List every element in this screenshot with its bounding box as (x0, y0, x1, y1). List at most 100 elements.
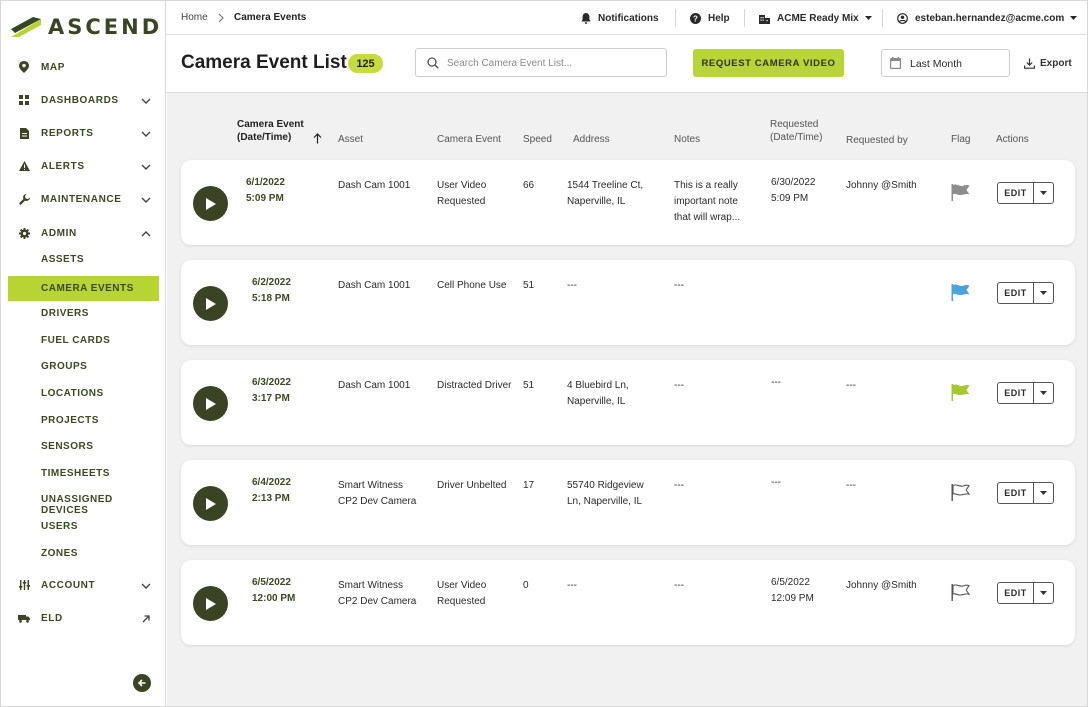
page-header: Camera Event List 125 REQUEST CAMERA VID… (166, 35, 1087, 93)
edit-button[interactable]: EDIT (998, 183, 1034, 203)
flag-icon[interactable] (951, 584, 971, 606)
sidebar-item-admin[interactable]: ADMIN (1, 220, 166, 246)
sidebar-item-label: MAP (41, 61, 66, 73)
sidebar-subitem-label: USERS (41, 521, 78, 532)
sidebar-item-label: DASHBOARDS (41, 94, 119, 106)
flag-icon[interactable] (951, 184, 970, 206)
caret-down-icon (864, 15, 872, 20)
sidebar-item-eld[interactable]: ELD (1, 605, 166, 631)
help-link[interactable]: ? Help (690, 1, 730, 35)
edit-dropdown-toggle[interactable] (1034, 183, 1053, 203)
play-video-button[interactable] (193, 386, 228, 421)
edit-dropdown-toggle[interactable] (1034, 483, 1053, 503)
column-header-notes[interactable]: Notes (674, 133, 700, 146)
date-range-select[interactable]: Last Month (881, 49, 1010, 77)
company-selector[interactable]: ACME Ready Mix (759, 1, 872, 35)
table-row[interactable]: 6/2/2022 5:18 PM Dash Cam 1001 Cell Phone U… (181, 260, 1075, 345)
collapse-sidebar-button[interactable] (133, 674, 151, 692)
sidebar-item-map[interactable]: MAP (1, 54, 166, 80)
edit-button[interactable]: EDIT (998, 583, 1034, 603)
column-header-speed[interactable]: Speed (523, 133, 552, 146)
edit-dropdown-toggle[interactable] (1034, 283, 1053, 303)
sidebar-item-label: ADMIN (41, 227, 77, 239)
edit-button[interactable]: EDIT (998, 483, 1034, 503)
notifications-link[interactable]: Notifications (581, 1, 659, 35)
ascend-logo[interactable]: ASCEND (11, 15, 162, 39)
search-input[interactable] (447, 55, 657, 71)
sidebar-subitem-label: GROUPS (41, 361, 88, 372)
sidebar-subitem-camera-events[interactable]: CAMERA EVENTS (8, 276, 159, 301)
flag-icon[interactable] (951, 284, 970, 306)
sidebar-subitem-timesheets[interactable]: TIMESHEETS (8, 461, 159, 486)
requested-by: --- (846, 480, 856, 491)
column-header-asset[interactable]: Asset (338, 133, 363, 146)
address-line1: 4 Bluebird Ln, (567, 380, 629, 391)
search-box[interactable] (415, 48, 667, 77)
table-row[interactable]: 6/3/2022 3:17 PM Dash Cam 1001 Distracted D… (181, 360, 1075, 445)
asset-name: Dash Cam 1001 (338, 180, 411, 191)
flag-icon[interactable] (951, 484, 971, 506)
sidebar-subitem-users[interactable]: USERS (8, 514, 159, 539)
column-header-requested-by[interactable]: Requested by (846, 134, 908, 147)
sidebar-subitem-drivers[interactable]: DRIVERS (8, 301, 159, 326)
edit-dropdown-toggle[interactable] (1034, 383, 1053, 403)
sidebar-subitem-label: LOCATIONS (41, 388, 104, 399)
sidebar-item-account[interactable]: ACCOUNT (1, 572, 166, 598)
play-video-button[interactable] (193, 586, 228, 621)
edit-dropdown-toggle[interactable] (1034, 583, 1053, 603)
table-row[interactable]: 6/5/2022 12:00 PM Smart Witness CP2 Dev Cam… (181, 560, 1075, 645)
column-header-address[interactable]: Address (573, 133, 610, 146)
caret-down-icon (1040, 290, 1047, 295)
sidebar-item-dashboards[interactable]: DASHBOARDS (1, 87, 166, 113)
edit-button-group: EDIT (997, 582, 1054, 604)
help-circle-icon: ? (690, 12, 701, 24)
asset-name: Smart Witness (338, 480, 404, 491)
play-video-button[interactable] (193, 186, 228, 221)
notes-line1: --- (674, 580, 684, 591)
chevron-down-icon (141, 197, 151, 203)
sidebar-subitem-sensors[interactable]: SENSORS (8, 434, 159, 459)
column-header-camera-event[interactable]: Camera Event (437, 133, 501, 146)
download-icon (1024, 58, 1035, 69)
table-row[interactable]: 6/4/2022 2:13 PM Smart Witness CP2 Dev Came… (181, 460, 1075, 545)
notes-line1: --- (674, 280, 684, 291)
flag-icon[interactable] (951, 384, 970, 406)
event-time: 12:00 PM (252, 593, 296, 604)
play-video-button[interactable] (193, 486, 228, 521)
count-badge: 125 (348, 54, 383, 73)
sort-ascending-icon[interactable] (313, 133, 322, 144)
sidebar-item-alerts[interactable]: ALERTS (1, 153, 166, 179)
user-menu[interactable]: esteban.hernandez@acme.com (897, 1, 1078, 35)
column-header-requested[interactable]: Requested (Date/Time) (770, 118, 822, 144)
sidebar-subitem-assets[interactable]: ASSETS (8, 247, 159, 272)
edit-button-group: EDIT (997, 382, 1054, 404)
breadcrumb-home[interactable]: Home (181, 12, 208, 23)
sidebar-subitem-groups[interactable]: GROUPS (8, 354, 159, 379)
column-header-flag[interactable]: Flag (951, 133, 970, 146)
sidebar-item-maintenance[interactable]: MAINTENANCE (1, 186, 166, 212)
play-video-button[interactable] (193, 286, 228, 321)
edit-button[interactable]: EDIT (998, 383, 1034, 403)
sidebar-subitem-label: UNASSIGNED DEVICES (41, 494, 113, 516)
sidebar-subitem-unassigned-devices[interactable]: UNASSIGNED DEVICES (8, 487, 159, 516)
export-button[interactable]: Export (1024, 55, 1072, 71)
edit-button[interactable]: EDIT (998, 283, 1034, 303)
column-header-camera-event-date[interactable]: Camera Event (Date/Time) (237, 118, 304, 144)
table-row[interactable]: 6/1/2022 5:09 PM Dash Cam 1001 User Video Re… (181, 160, 1075, 245)
sidebar-item-reports[interactable]: REPORTS (1, 120, 166, 146)
sidebar-subitem-fuel-cards[interactable]: FUEL CARDS (8, 328, 159, 353)
bell-icon (581, 12, 591, 24)
sidebar-subitem-label: ZONES (41, 548, 78, 559)
address-line1: --- (567, 580, 577, 591)
sidebar-subitem-locations[interactable]: LOCATIONS (8, 381, 159, 406)
address-line2: Naperville, IL (567, 396, 626, 407)
sidebar-subitem-projects[interactable]: PROJECTS (8, 408, 159, 433)
sidebar-item-label: MAINTENANCE (41, 193, 122, 205)
sidebar-item-label: REPORTS (41, 127, 94, 139)
notes-line1: --- (674, 480, 684, 491)
address-line2: Ln, Naperville, IL (567, 496, 643, 507)
edit-button-group: EDIT (997, 482, 1054, 504)
request-camera-video-button[interactable]: REQUEST CAMERA VIDEO (693, 49, 844, 77)
topbar-divider (744, 9, 745, 27)
sidebar-subitem-zones[interactable]: ZONES (8, 541, 159, 566)
